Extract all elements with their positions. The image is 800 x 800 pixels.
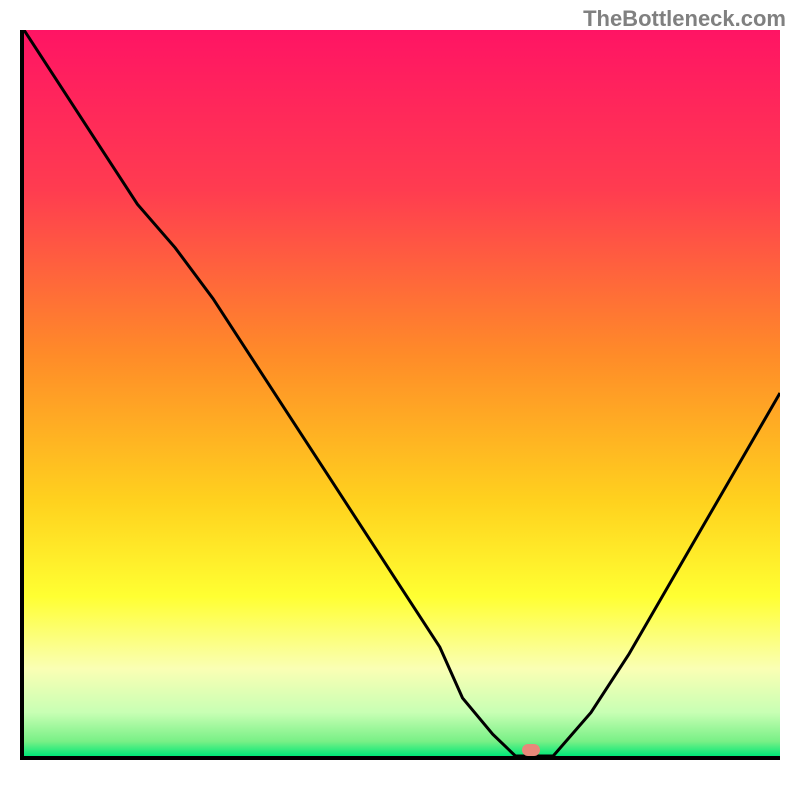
chart-container: [20, 30, 780, 790]
optimal-marker: [522, 744, 540, 756]
bottleneck-curve: [24, 30, 780, 756]
plot-area: [20, 30, 780, 760]
watermark-text: TheBottleneck.com: [583, 6, 786, 32]
